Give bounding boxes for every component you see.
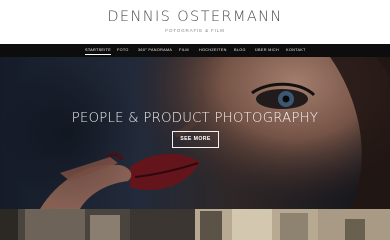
see-more-button[interactable]: SEE MORE (172, 131, 219, 148)
hero-section: PEOPLE & PRODUCT PHOTOGRAPHY SEE MORE (0, 57, 390, 209)
gallery-preview-images (0, 209, 390, 240)
site-title[interactable]: DENNIS OSTERMANN (0, 9, 390, 25)
nav-item-foto[interactable]: FOTO (117, 44, 129, 57)
nav-item-kontakt[interactable]: KONTAKT (286, 44, 306, 57)
nav-item-panorama[interactable]: 360° PANORAMA (138, 44, 172, 57)
hero-heading: PEOPLE & PRODUCT PHOTOGRAPHY (71, 111, 319, 126)
nav-item-film[interactable]: FILM (179, 44, 189, 57)
nav-item-ueber-mich[interactable]: ÜBER MICH (255, 44, 279, 57)
site-header: DENNIS OSTERMANN FOTOGRAFIE & FILM (0, 0, 390, 44)
gallery-preview-strip (0, 209, 390, 240)
nav-item-hochzeiten[interactable]: HOCHZEITEN (199, 44, 227, 57)
main-navigation: STARTSEITE FOTO 360° PANORAMA FILM HOCHZ… (0, 44, 390, 57)
nav-item-startseite[interactable]: STARTSEITE (85, 44, 112, 57)
site-subtitle: FOTOGRAFIE & FILM (165, 28, 225, 33)
nav-item-blog[interactable]: BLOG (234, 44, 246, 57)
